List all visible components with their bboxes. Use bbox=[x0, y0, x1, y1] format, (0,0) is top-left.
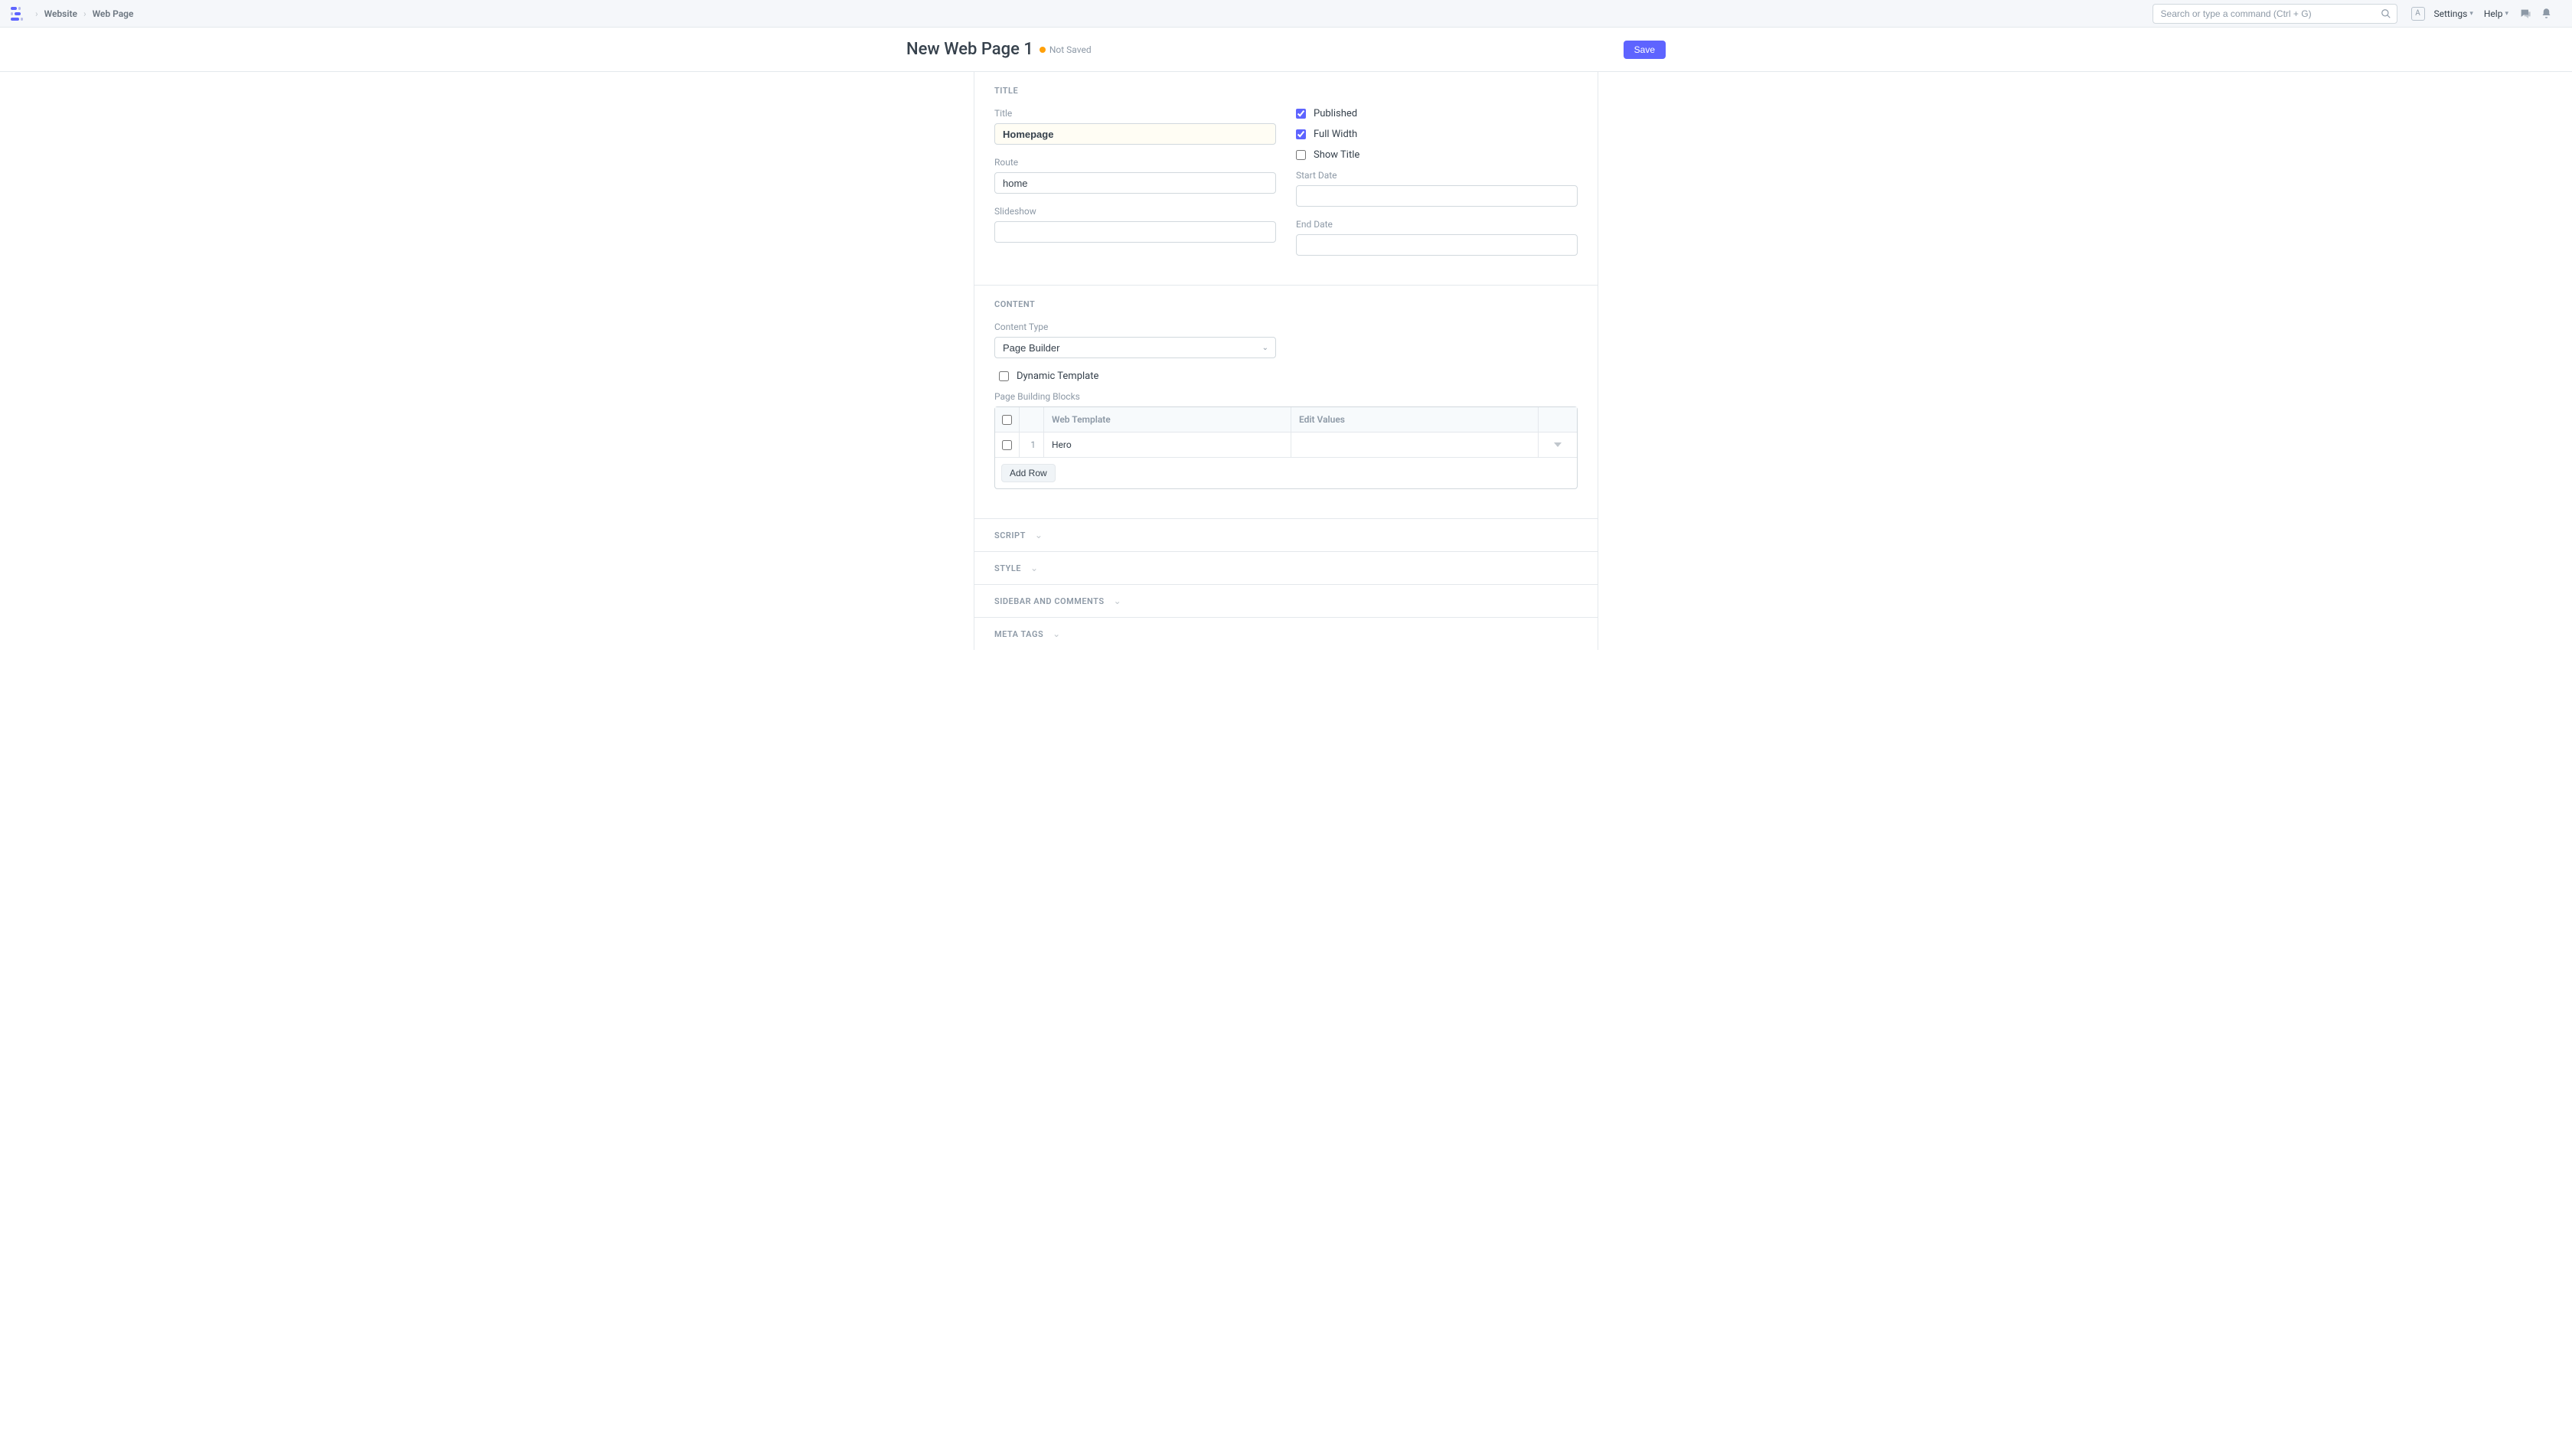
chevron-down-icon: ⌄ bbox=[1114, 596, 1121, 606]
grid-col-edit-values[interactable]: Edit Values bbox=[1291, 407, 1539, 432]
select-content-type[interactable] bbox=[994, 337, 1276, 358]
checkbox-dynamic-template-input[interactable] bbox=[999, 371, 1009, 381]
checkbox-full-width-input[interactable] bbox=[1296, 129, 1306, 139]
grid-col-template[interactable]: Web Template bbox=[1044, 407, 1291, 432]
label-start-date: Start Date bbox=[1296, 170, 1578, 181]
grid-row-template[interactable]: Hero bbox=[1044, 433, 1291, 457]
caret-down-icon bbox=[1554, 442, 1562, 447]
grid-row-check[interactable] bbox=[1002, 440, 1012, 450]
label-page-blocks: Page Building Blocks bbox=[994, 391, 1578, 402]
add-row-button[interactable]: Add Row bbox=[1001, 464, 1056, 482]
section-title: Title Title Route Slideshow bbox=[974, 72, 1598, 286]
grid-check-all[interactable] bbox=[1002, 415, 1012, 425]
label-end-date: End Date bbox=[1296, 219, 1578, 230]
app-logo[interactable] bbox=[11, 7, 28, 21]
table-row[interactable]: 1 Hero bbox=[995, 433, 1577, 458]
grid-row-edit[interactable] bbox=[1291, 433, 1539, 457]
breadcrumb-website[interactable]: Website bbox=[44, 8, 77, 19]
checkbox-full-width[interactable]: Full Width bbox=[1296, 129, 1578, 140]
search-input[interactable] bbox=[2153, 4, 2397, 24]
chevron-down-icon: ⌄ bbox=[1035, 530, 1043, 540]
section-content: Content Content Type ⌄ Dynamic Template … bbox=[974, 286, 1598, 519]
grid-header: Web Template Edit Values bbox=[995, 407, 1577, 433]
bell-icon[interactable] bbox=[2541, 8, 2552, 19]
nav-help[interactable]: Help▾ bbox=[2484, 8, 2508, 19]
section-style[interactable]: Style ⌄ bbox=[974, 552, 1598, 585]
chevron-right-icon: › bbox=[83, 8, 86, 19]
input-start-date[interactable] bbox=[1296, 185, 1578, 207]
save-button[interactable]: Save bbox=[1624, 41, 1666, 59]
caret-down-icon: ▾ bbox=[2469, 10, 2473, 18]
breadcrumb-web-page[interactable]: Web Page bbox=[93, 8, 134, 19]
chevron-right-icon: › bbox=[35, 8, 38, 19]
section-head-title: Title bbox=[994, 86, 1578, 96]
checkbox-show-title-input[interactable] bbox=[1296, 150, 1306, 160]
checkbox-published[interactable]: Published bbox=[1296, 108, 1578, 119]
input-title[interactable] bbox=[994, 123, 1276, 145]
checkbox-dynamic-template[interactable]: Dynamic Template bbox=[999, 371, 1578, 382]
chat-icon[interactable] bbox=[2519, 8, 2531, 20]
section-script[interactable]: Script ⌄ bbox=[974, 519, 1598, 552]
checkbox-show-title[interactable]: Show Title bbox=[1296, 149, 1578, 161]
chevron-down-icon: ⌄ bbox=[1053, 628, 1060, 639]
label-slideshow: Slideshow bbox=[994, 206, 1276, 217]
section-meta-tags[interactable]: Meta Tags ⌄ bbox=[974, 618, 1598, 650]
search-icon[interactable] bbox=[2381, 8, 2391, 19]
section-head-content: Content bbox=[994, 299, 1578, 309]
page-header: New Web Page 1 Not Saved Save bbox=[906, 28, 1666, 71]
label-title: Title bbox=[994, 108, 1276, 119]
chevron-down-icon: ⌄ bbox=[1030, 563, 1038, 573]
navbar: › Website › Web Page A Settings▾ Help▾ bbox=[0, 0, 2572, 28]
blocks-grid: Web Template Edit Values 1 Hero Add Row bbox=[994, 406, 1578, 489]
form-layout: Title Title Route Slideshow bbox=[974, 72, 1598, 650]
section-sidebar-comments[interactable]: Sidebar and Comments ⌄ bbox=[974, 585, 1598, 618]
status-indicator: Not Saved bbox=[1040, 44, 1092, 55]
input-end-date[interactable] bbox=[1296, 234, 1578, 256]
input-route[interactable] bbox=[994, 172, 1276, 194]
grid-row-idx: 1 bbox=[1020, 433, 1044, 457]
nav-settings[interactable]: Settings▾ bbox=[2434, 8, 2473, 19]
grid-row-menu[interactable] bbox=[1539, 433, 1577, 457]
breadcrumb: › Website › Web Page bbox=[35, 8, 133, 19]
page-title: New Web Page 1 bbox=[906, 40, 1033, 59]
avatar[interactable]: A bbox=[2411, 7, 2425, 21]
label-content-type: Content Type bbox=[994, 322, 1276, 332]
status-text: Not Saved bbox=[1049, 44, 1092, 55]
input-slideshow[interactable] bbox=[994, 221, 1276, 243]
indicator-dot bbox=[1040, 47, 1046, 53]
global-search bbox=[2153, 4, 2397, 24]
checkbox-published-input[interactable] bbox=[1296, 109, 1306, 119]
label-route: Route bbox=[994, 157, 1276, 168]
caret-down-icon: ▾ bbox=[2505, 10, 2508, 18]
